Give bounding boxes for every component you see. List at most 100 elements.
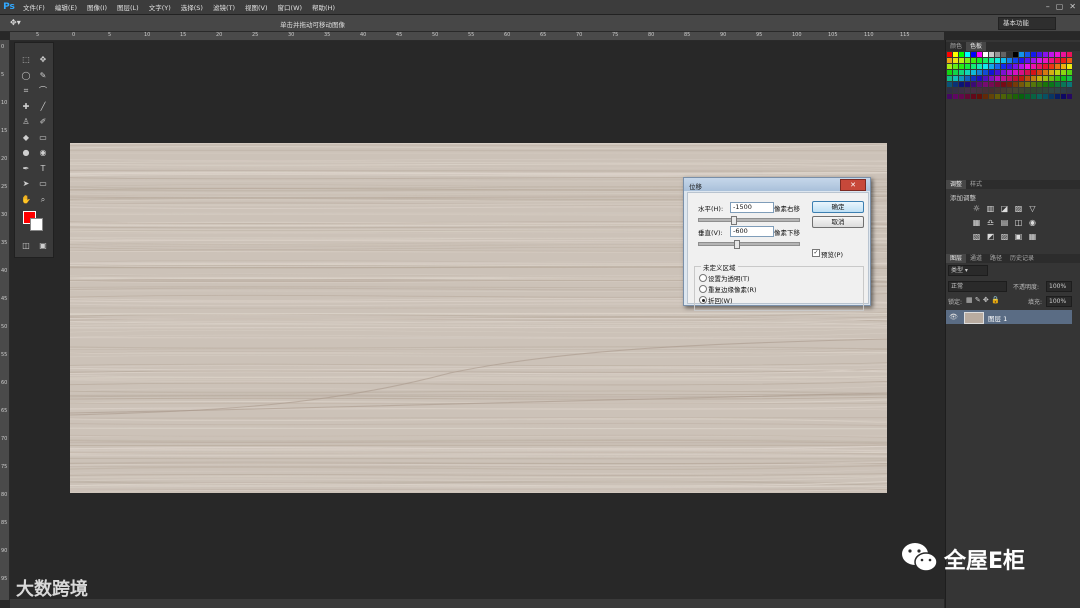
swatch[interactable] (995, 82, 1000, 87)
swatch[interactable] (953, 52, 958, 57)
swatch[interactable] (1001, 70, 1006, 75)
swatch[interactable] (947, 88, 952, 93)
minimize-window-icon[interactable]: – (1046, 2, 1050, 11)
maximize-window-icon[interactable]: ▢ (1056, 2, 1064, 11)
swatch[interactable] (995, 70, 1000, 75)
adjustment-icon[interactable]: ▥ (986, 204, 995, 213)
swatch[interactable] (983, 76, 988, 81)
swatch[interactable] (1025, 52, 1030, 57)
swatch[interactable] (1019, 82, 1024, 87)
close-button[interactable]: ✕ (840, 179, 866, 191)
swatch[interactable] (1007, 76, 1012, 81)
swatch[interactable] (947, 94, 952, 99)
swatch[interactable] (1061, 64, 1066, 69)
swatch[interactable] (1067, 88, 1072, 93)
swatch[interactable] (983, 58, 988, 63)
horizontal-slider[interactable] (698, 216, 800, 225)
eye-icon[interactable]: 👁 (949, 313, 958, 321)
swatch[interactable] (983, 52, 988, 57)
swatch[interactable] (1001, 76, 1006, 81)
swatch[interactable] (1043, 70, 1048, 75)
swatch[interactable] (971, 94, 976, 99)
ruler-vertical[interactable]: 0 5 10 15 20 25 30 35 40 45 50 55 60 65 70 75 80 85 90 95 (0, 40, 10, 600)
swatch[interactable] (959, 52, 964, 57)
swatch[interactable] (1001, 58, 1006, 63)
fill-input[interactable]: 100% (1046, 296, 1072, 307)
adjustment-icon[interactable]: ◩ (986, 232, 995, 241)
swatch[interactable] (965, 52, 970, 57)
swatch[interactable] (1019, 88, 1024, 93)
menu-item-3[interactable]: 图层(L) (112, 2, 144, 12)
swatch[interactable] (1013, 82, 1018, 87)
menu-item-9[interactable]: 帮助(H) (307, 2, 340, 12)
swatch[interactable] (1037, 58, 1042, 63)
gradient-tool-icon[interactable]: ▭ (35, 131, 51, 144)
swatch[interactable] (1061, 82, 1066, 87)
radio-wrap-around[interactable] (699, 296, 707, 304)
swatch[interactable] (1067, 82, 1072, 87)
panel-tab[interactable]: 色板 (966, 42, 987, 51)
layer-row[interactable]: 👁 图层 1 (946, 310, 1072, 324)
swatch[interactable] (1019, 64, 1024, 69)
menu-item-1[interactable]: 编辑(E) (50, 2, 82, 12)
swatch[interactable] (1019, 52, 1024, 57)
eraser-tool-icon[interactable]: ◆ (18, 131, 34, 144)
swatch[interactable] (983, 94, 988, 99)
swatch[interactable] (1001, 52, 1006, 57)
swatch[interactable] (1031, 58, 1036, 63)
panel-tab[interactable]: 调整 (946, 180, 967, 189)
background-color-swatch[interactable] (30, 218, 43, 231)
adjustment-icon[interactable]: ▨ (1014, 204, 1023, 213)
horizontal-slider-thumb[interactable] (730, 216, 737, 225)
swatch[interactable] (1043, 76, 1048, 81)
swatch[interactable] (995, 76, 1000, 81)
swatch[interactable] (1049, 58, 1054, 63)
swatch[interactable] (977, 76, 982, 81)
swatch[interactable] (971, 88, 976, 93)
adjustment-icon[interactable]: ▧ (972, 232, 981, 241)
swatch[interactable] (989, 70, 994, 75)
swatch[interactable] (1037, 82, 1042, 87)
swatch[interactable] (1031, 94, 1036, 99)
swatch[interactable] (1037, 94, 1042, 99)
swatch[interactable] (959, 94, 964, 99)
swatch[interactable] (1061, 94, 1066, 99)
lasso-tool-icon[interactable]: ◯ (18, 69, 34, 82)
swatch[interactable] (1013, 94, 1018, 99)
swatch[interactable] (947, 52, 952, 57)
cancel-button[interactable]: 取消 (812, 216, 864, 228)
healing-tool-icon[interactable]: ✚ (18, 100, 34, 113)
swatch[interactable] (1007, 94, 1012, 99)
swatch[interactable] (947, 76, 952, 81)
swatch[interactable] (1043, 52, 1048, 57)
panel-tab[interactable]: 路径 (986, 254, 1006, 263)
swatch[interactable] (965, 64, 970, 69)
swatch[interactable] (965, 94, 970, 99)
swatch[interactable] (1061, 52, 1066, 57)
swatch[interactable] (959, 64, 964, 69)
swatch[interactable] (1013, 52, 1018, 57)
swatch[interactable] (971, 64, 976, 69)
swatch[interactable] (1019, 70, 1024, 75)
swatch[interactable] (977, 82, 982, 87)
swatch[interactable] (953, 76, 958, 81)
swatch[interactable] (1055, 76, 1060, 81)
swatch[interactable] (989, 58, 994, 63)
swatch[interactable] (1061, 76, 1066, 81)
adjustment-icon[interactable]: ▦ (1028, 232, 1037, 241)
close-window-icon[interactable]: ✕ (1069, 2, 1076, 11)
opacity-input[interactable]: 100% (1046, 281, 1072, 292)
swatch[interactable] (953, 82, 958, 87)
swatch[interactable] (971, 82, 976, 87)
swatch[interactable] (1049, 82, 1054, 87)
preview-checkbox[interactable]: ✓ (812, 249, 820, 257)
dodge-tool-icon[interactable]: ◉ (35, 146, 51, 159)
swatch[interactable] (1067, 76, 1072, 81)
swatch[interactable] (989, 76, 994, 81)
swatch[interactable] (1037, 70, 1042, 75)
swatch[interactable] (1067, 64, 1072, 69)
swatch[interactable] (989, 94, 994, 99)
swatch[interactable] (965, 58, 970, 63)
kind-filter-select[interactable]: 类型 ▾ (948, 265, 988, 276)
swatch[interactable] (1043, 82, 1048, 87)
